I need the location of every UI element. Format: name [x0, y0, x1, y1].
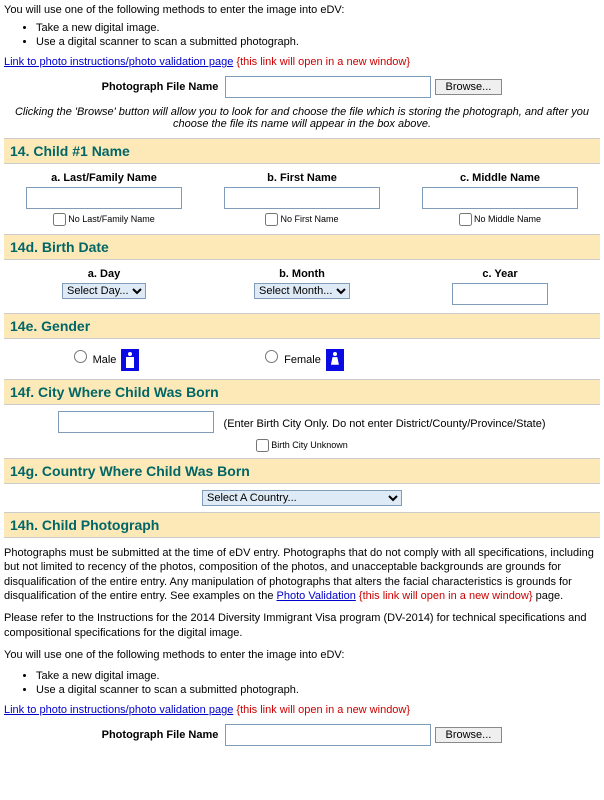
female-label: Female [284, 354, 321, 366]
new-window-note-2: {this link will open in a new window} [359, 590, 533, 602]
year-input[interactable] [452, 283, 548, 305]
photo-para-1: Photographs must be submitted at the tim… [4, 546, 600, 603]
browse-help: Clicking the 'Browse' button will allow … [4, 106, 600, 130]
section-14f-header: 14f. City Where Child Was Born [4, 379, 600, 405]
photo-para-2: Please refer to the Instructions for the… [4, 611, 600, 640]
section-14h-header: 14h. Child Photograph [4, 512, 600, 538]
month-select[interactable]: Select Month... [254, 283, 350, 299]
photo-link-row-2: Link to photo instructions/photo validat… [4, 704, 600, 716]
month-label: b. Month [208, 268, 396, 280]
method-item: Take a new digital image. [36, 22, 600, 34]
male-icon [121, 349, 139, 371]
birth-city-unknown-label: Birth City Unknown [271, 440, 348, 450]
photo-file-label: Photograph File Name [102, 81, 219, 93]
section-14-header: 14. Child #1 Name [4, 138, 600, 164]
new-window-note: {this link will open in a new window} [236, 56, 410, 68]
first-name-label: b. First Name [208, 172, 396, 184]
browse-button-2[interactable]: Browse... [435, 727, 503, 743]
method-list-2: Take a new digital image. Use a digital … [4, 670, 600, 696]
photo-file-row: Photograph File Name Browse... [4, 76, 600, 98]
birth-city-unknown-checkbox[interactable] [256, 439, 269, 452]
day-label: a. Day [10, 268, 198, 280]
photo-file-row-2: Photograph File Name Browse... [4, 724, 600, 746]
edv-intro: You will use one of the following method… [4, 4, 600, 16]
male-label: Male [93, 354, 117, 366]
birth-city-hint: (Enter Birth City Only. Do not enter Dis… [224, 418, 546, 430]
photo-file-label-2: Photograph File Name [102, 729, 219, 741]
section-14e-header: 14e. Gender [4, 313, 600, 339]
gender-fields: Male Female [4, 341, 600, 377]
no-first-name-label: No First Name [280, 214, 338, 224]
last-name-input[interactable] [26, 187, 182, 209]
method-item: Use a digital scanner to scan a submitte… [36, 684, 600, 696]
female-radio[interactable] [265, 350, 278, 363]
photo-instructions-link[interactable]: Link to photo instructions/photo validat… [4, 56, 233, 68]
photo-file-input-2[interactable] [225, 724, 431, 746]
new-window-note-3: {this link will open in a new window} [236, 704, 410, 716]
method-list: Take a new digital image. Use a digital … [4, 22, 600, 48]
method-item: Take a new digital image. [36, 670, 600, 682]
middle-name-input[interactable] [422, 187, 578, 209]
female-icon [326, 349, 344, 371]
birthdate-fields: a. Day Select Day... b. Month Select Mon… [4, 262, 600, 311]
no-middle-name-checkbox[interactable] [459, 213, 472, 226]
middle-name-label: c. Middle Name [406, 172, 594, 184]
no-middle-name-label: No Middle Name [474, 214, 541, 224]
no-first-name-checkbox[interactable] [265, 213, 278, 226]
photo-file-input[interactable] [225, 76, 431, 98]
no-last-name-checkbox[interactable] [53, 213, 66, 226]
edv-intro-2: You will use one of the following method… [4, 648, 600, 662]
photo-validation-link[interactable]: Photo Validation [277, 590, 356, 602]
birth-city-input[interactable] [58, 411, 214, 433]
browse-button[interactable]: Browse... [435, 79, 503, 95]
section-14g-header: 14g. Country Where Child Was Born [4, 458, 600, 484]
last-name-label: a. Last/Family Name [10, 172, 198, 184]
day-select[interactable]: Select Day... [62, 283, 146, 299]
year-label: c. Year [406, 268, 594, 280]
section-14d-header: 14d. Birth Date [4, 234, 600, 260]
method-item: Use a digital scanner to scan a submitte… [36, 36, 600, 48]
male-radio[interactable] [74, 350, 87, 363]
photo-link-row: Link to photo instructions/photo validat… [4, 56, 600, 68]
no-last-name-label: No Last/Family Name [68, 214, 155, 224]
name-fields: a. Last/Family Name No Last/Family Name … [4, 166, 600, 232]
photo-instructions-link-2[interactable]: Link to photo instructions/photo validat… [4, 704, 233, 716]
first-name-input[interactable] [224, 187, 380, 209]
birth-country-select[interactable]: Select A Country... [202, 490, 402, 506]
